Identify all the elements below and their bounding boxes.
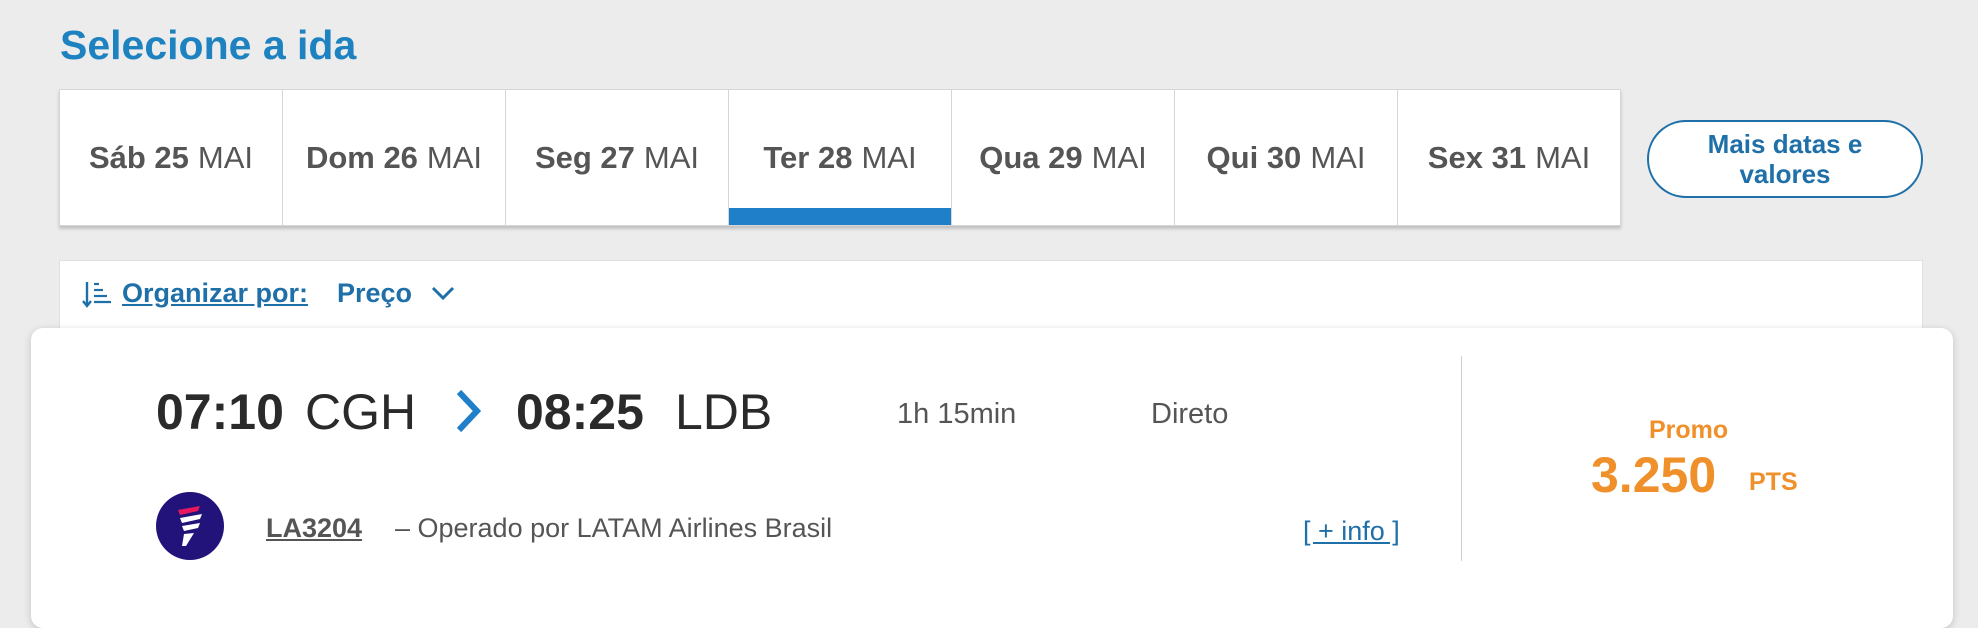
page-title: Selecione a ida xyxy=(60,22,357,68)
date-tab-day: Sex 31 xyxy=(1427,139,1527,175)
arrival-time: 08:25 xyxy=(516,384,644,440)
date-tab-qui-30[interactable]: Qui 30 MAI xyxy=(1175,90,1398,225)
departure-time: 07:10 xyxy=(156,384,284,440)
fare-label: Promo xyxy=(1649,416,1729,444)
latam-logo-icon xyxy=(156,492,224,560)
date-tab-month: MAI xyxy=(426,139,483,175)
date-tab-month: MAI xyxy=(1091,139,1147,175)
chevron-down-icon[interactable] xyxy=(431,283,455,303)
date-tab-month: MAI xyxy=(1535,139,1591,175)
date-tab-month: MAI xyxy=(1310,139,1366,175)
date-tab-ter-28-selected[interactable]: Ter 28 MAI xyxy=(729,90,952,225)
sort-by-label[interactable]: Organizar por: xyxy=(122,278,308,309)
date-tab-day: Dom 26 xyxy=(305,139,418,175)
date-tab-day: Ter 28 xyxy=(763,139,853,175)
more-info-link[interactable]: [ + info ] xyxy=(1303,516,1400,547)
flight-number-link[interactable]: LA3204 xyxy=(266,513,362,544)
operator-text: – Operado por LATAM Airlines Brasil xyxy=(395,513,833,543)
latam-logo-mark xyxy=(178,506,202,546)
price-value: 3.250 xyxy=(1591,447,1717,503)
chevron-right-icon xyxy=(456,389,482,433)
date-tab-month: MAI xyxy=(643,139,700,175)
date-tab-dom-26[interactable]: Dom 26 MAI xyxy=(283,90,506,225)
sort-icon xyxy=(82,282,111,308)
date-tab-day: Sáb 25 xyxy=(88,139,189,175)
more-dates-button[interactable]: Mais datas e valores xyxy=(1647,120,1923,198)
flight-card[interactable]: 07:10 CGH 08:25 LDB 1h 15min Direto LA32… xyxy=(31,328,1953,628)
sort-by-value[interactable]: Preço xyxy=(337,278,412,309)
date-tab-day: Qui 30 xyxy=(1206,139,1302,175)
flight-stops: Direto xyxy=(1151,398,1229,430)
date-tab-day: Qua 29 xyxy=(979,139,1083,175)
date-tab-month: MAI xyxy=(197,139,254,175)
price-unit: PTS xyxy=(1749,468,1798,496)
date-tab-sex-31[interactable]: Sex 31 MAI xyxy=(1398,90,1620,225)
date-tab-month: MAI xyxy=(861,139,917,175)
arrival-airport: LDB xyxy=(675,384,773,440)
date-tab-sab-25[interactable]: Sáb 25 MAI xyxy=(60,90,283,225)
divider xyxy=(1461,356,1462,561)
flight-duration: 1h 15min xyxy=(897,398,1017,430)
date-tab-seg-27[interactable]: Seg 27 MAI xyxy=(506,90,729,225)
date-tab-day: Seg 27 xyxy=(534,139,635,175)
departure-airport: CGH xyxy=(305,384,417,440)
date-tab-qua-29[interactable]: Qua 29 MAI xyxy=(952,90,1175,225)
date-tabs: Sáb 25 MAI Dom 26 MAI Seg 27 MAI Ter 28 … xyxy=(59,89,1621,226)
